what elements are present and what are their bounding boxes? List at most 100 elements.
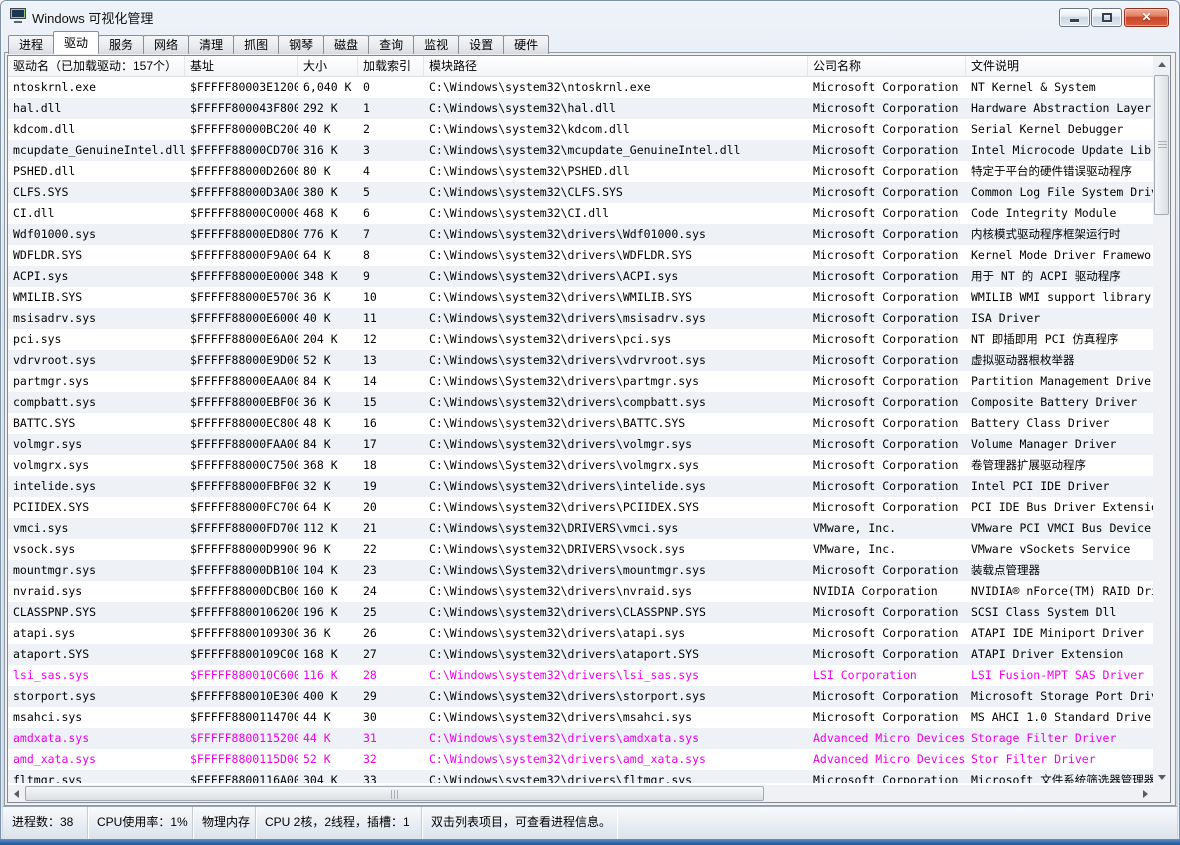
table-row[interactable]: PCIIDEX.SYS$FFFFF88000FC700064 K20C:\Win…	[8, 497, 1153, 518]
close-icon: ✕	[1125, 9, 1168, 26]
table-row[interactable]: fltmgr.sys$FFFFF8800116A000304 K33C:\Win…	[8, 770, 1153, 783]
vertical-scrollbar[interactable]	[1153, 56, 1170, 785]
tab-process[interactable]: 进程	[8, 35, 54, 54]
table-row[interactable]: vmci.sys$FFFFF88000FD7000112 K21C:\Windo…	[8, 518, 1153, 539]
table-row[interactable]: vsock.sys$FFFFF88000D9900096 K22C:\Windo…	[8, 539, 1153, 560]
column-header-desc[interactable]: 文件说明	[966, 56, 1153, 77]
vertical-scroll-thumb[interactable]	[1154, 75, 1169, 215]
cell-size: 52 K	[298, 350, 358, 371]
cell-index: 4	[358, 161, 424, 182]
cell-company: Microsoft Corporation	[808, 245, 966, 266]
cell-desc: Code Integrity Module	[966, 203, 1153, 224]
tab-clean[interactable]: 清理	[188, 35, 234, 54]
tab-capture[interactable]: 抓图	[233, 35, 279, 54]
table-row[interactable]: volmgr.sys$FFFFF88000FAA00084 K17C:\Wind…	[8, 434, 1153, 455]
table-row[interactable]: BATTC.SYS$FFFFF88000EC800048 K16C:\Windo…	[8, 413, 1153, 434]
table-row[interactable]: pci.sys$FFFFF88000E6A000204 K12C:\Window…	[8, 329, 1153, 350]
cell-name: amd_xata.sys	[8, 749, 185, 770]
cell-company: Microsoft Corporation	[808, 392, 966, 413]
column-header-path[interactable]: 模块路径	[424, 56, 808, 77]
table-row[interactable]: intelide.sys$FFFFF88000FBF00032 K19C:\Wi…	[8, 476, 1153, 497]
maximize-button[interactable]	[1091, 8, 1122, 27]
table-row[interactable]: CLASSPNP.SYS$FFFFF88001062000196 K25C:\W…	[8, 602, 1153, 623]
cell-company: Microsoft Corporation	[808, 602, 966, 623]
cell-name: mountmgr.sys	[8, 560, 185, 581]
scroll-up-button[interactable]	[1153, 56, 1170, 73]
table-row[interactable]: ACPI.sys$FFFFF88000E00000348 K9C:\Window…	[8, 266, 1153, 287]
cell-name: msahci.sys	[8, 707, 185, 728]
table-row[interactable]: mcupdate_GenuineIntel.dll$FFFFF88000CD70…	[8, 140, 1153, 161]
tab-service[interactable]: 服务	[98, 35, 144, 54]
column-header-company[interactable]: 公司名称	[808, 56, 966, 77]
status-panel-4: 双击列表项目，可查看进程信息。	[422, 807, 617, 839]
table-row[interactable]: amdxata.sys$FFFFF8800115200044 K31C:\Win…	[8, 728, 1153, 749]
driver-list: 驱动名（已加载驱动：157个）基址大小加载索引模块路径公司名称文件说明 ntos…	[7, 55, 1171, 803]
table-row[interactable]: mountmgr.sys$FFFFF88000DB1000104 K23C:\W…	[8, 560, 1153, 581]
cell-name: vmci.sys	[8, 518, 185, 539]
cell-index: 26	[358, 623, 424, 644]
cell-desc: Intel Microcode Update Library	[966, 140, 1153, 161]
table-row[interactable]: amd_xata.sys$FFFFF8800115D00052 K32C:\Wi…	[8, 749, 1153, 770]
cell-name: WDFLDR.SYS	[8, 245, 185, 266]
scroll-right-button[interactable]	[1136, 785, 1153, 802]
tab-settings[interactable]: 设置	[458, 35, 504, 54]
cell-company: Microsoft Corporation	[808, 308, 966, 329]
cell-index: 32	[358, 749, 424, 770]
cell-name: WMILIB.SYS	[8, 287, 185, 308]
cell-path: C:\Windows\system32\PSHED.dll	[424, 161, 808, 182]
cell-size: 32 K	[298, 476, 358, 497]
cell-size: 84 K	[298, 371, 358, 392]
table-row[interactable]: ataport.SYS$FFFFF8800109C000168 K27C:\Wi…	[8, 644, 1153, 665]
cell-name: PSHED.dll	[8, 161, 185, 182]
close-button[interactable]: ✕	[1124, 8, 1169, 27]
table-row[interactable]: atapi.sys$FFFFF8800109300036 K26C:\Windo…	[8, 623, 1153, 644]
scroll-left-button[interactable]	[8, 785, 25, 802]
column-header-name[interactable]: 驱动名（已加载驱动：157个）	[8, 56, 185, 77]
tab-disk[interactable]: 磁盘	[323, 35, 369, 54]
cell-index: 11	[358, 308, 424, 329]
table-row[interactable]: volmgrx.sys$FFFFF88000C75000368 K18C:\Wi…	[8, 455, 1153, 476]
table-row[interactable]: partmgr.sys$FFFFF88000EAA00084 K14C:\Win…	[8, 371, 1153, 392]
cell-company: Microsoft Corporation	[808, 161, 966, 182]
table-row[interactable]: CI.dll$FFFFF88000C00000468 K6C:\Windows\…	[8, 203, 1153, 224]
cell-desc: NVIDIA® nForce(TM) RAID Driver	[966, 581, 1153, 602]
table-row[interactable]: kdcom.dll$FFFFF80000BC200040 K2C:\Window…	[8, 119, 1153, 140]
table-row[interactable]: WMILIB.SYS$FFFFF88000E5700036 K10C:\Wind…	[8, 287, 1153, 308]
table-row[interactable]: msahci.sys$FFFFF8800114700044 K30C:\Wind…	[8, 707, 1153, 728]
title-bar[interactable]: Windows 可视化管理 ✕	[0, 0, 1180, 31]
table-row[interactable]: vdrvroot.sys$FFFFF88000E9D00052 K13C:\Wi…	[8, 350, 1153, 371]
tab-hardware[interactable]: 硬件	[503, 35, 549, 54]
cell-company: Microsoft Corporation	[808, 182, 966, 203]
cell-path: C:\Windows\system32\drivers\vdrvroot.sys	[424, 350, 808, 371]
table-row[interactable]: ntoskrnl.exe$FFFFF80003E120006,040 K0C:\…	[8, 77, 1153, 98]
tab-network[interactable]: 网络	[143, 35, 189, 54]
column-header-base[interactable]: 基址	[185, 56, 298, 77]
horizontal-scroll-thumb[interactable]	[25, 786, 764, 801]
tab-monitor[interactable]: 监视	[413, 35, 459, 54]
table-row[interactable]: storport.sys$FFFFF880010E3000400 K29C:\W…	[8, 686, 1153, 707]
cell-index: 15	[358, 392, 424, 413]
table-row[interactable]: compbatt.sys$FFFFF88000EBF00036 K15C:\Wi…	[8, 392, 1153, 413]
table-row[interactable]: lsi_sas.sys$FFFFF880010C6000116 K28C:\Wi…	[8, 665, 1153, 686]
column-header-index[interactable]: 加载索引	[358, 56, 424, 77]
table-row[interactable]: PSHED.dll$FFFFF88000D2600080 K4C:\Window…	[8, 161, 1153, 182]
cell-company: Microsoft Corporation	[808, 266, 966, 287]
tab-piano[interactable]: 钢琴	[278, 35, 324, 54]
cell-index: 12	[358, 329, 424, 350]
table-row[interactable]: CLFS.SYS$FFFFF88000D3A000380 K5C:\Window…	[8, 182, 1153, 203]
cell-size: 196 K	[298, 602, 358, 623]
horizontal-scrollbar[interactable]	[8, 785, 1153, 802]
column-header-size[interactable]: 大小	[298, 56, 358, 77]
tab-driver[interactable]: 驱动	[53, 31, 99, 54]
table-row[interactable]: hal.dll$FFFFF800043F8000292 K1C:\Windows…	[8, 98, 1153, 119]
table-row[interactable]: nvraid.sys$FFFFF88000DCB000160 K24C:\Win…	[8, 581, 1153, 602]
tab-query[interactable]: 查询	[368, 35, 414, 54]
scroll-down-button[interactable]	[1153, 768, 1170, 785]
table-row[interactable]: msisadrv.sys$FFFFF88000E6000040 K11C:\Wi…	[8, 308, 1153, 329]
minimize-button[interactable]	[1059, 8, 1090, 27]
table-row[interactable]: WDFLDR.SYS$FFFFF88000F9A00064 K8C:\Windo…	[8, 245, 1153, 266]
cell-base: $FFFFF8800115D000	[185, 749, 298, 770]
cell-company: Microsoft Corporation	[808, 770, 966, 783]
cell-path: C:\Windows\system32\drivers\atapi.sys	[424, 623, 808, 644]
table-row[interactable]: Wdf01000.sys$FFFFF88000ED8000776 K7C:\Wi…	[8, 224, 1153, 245]
